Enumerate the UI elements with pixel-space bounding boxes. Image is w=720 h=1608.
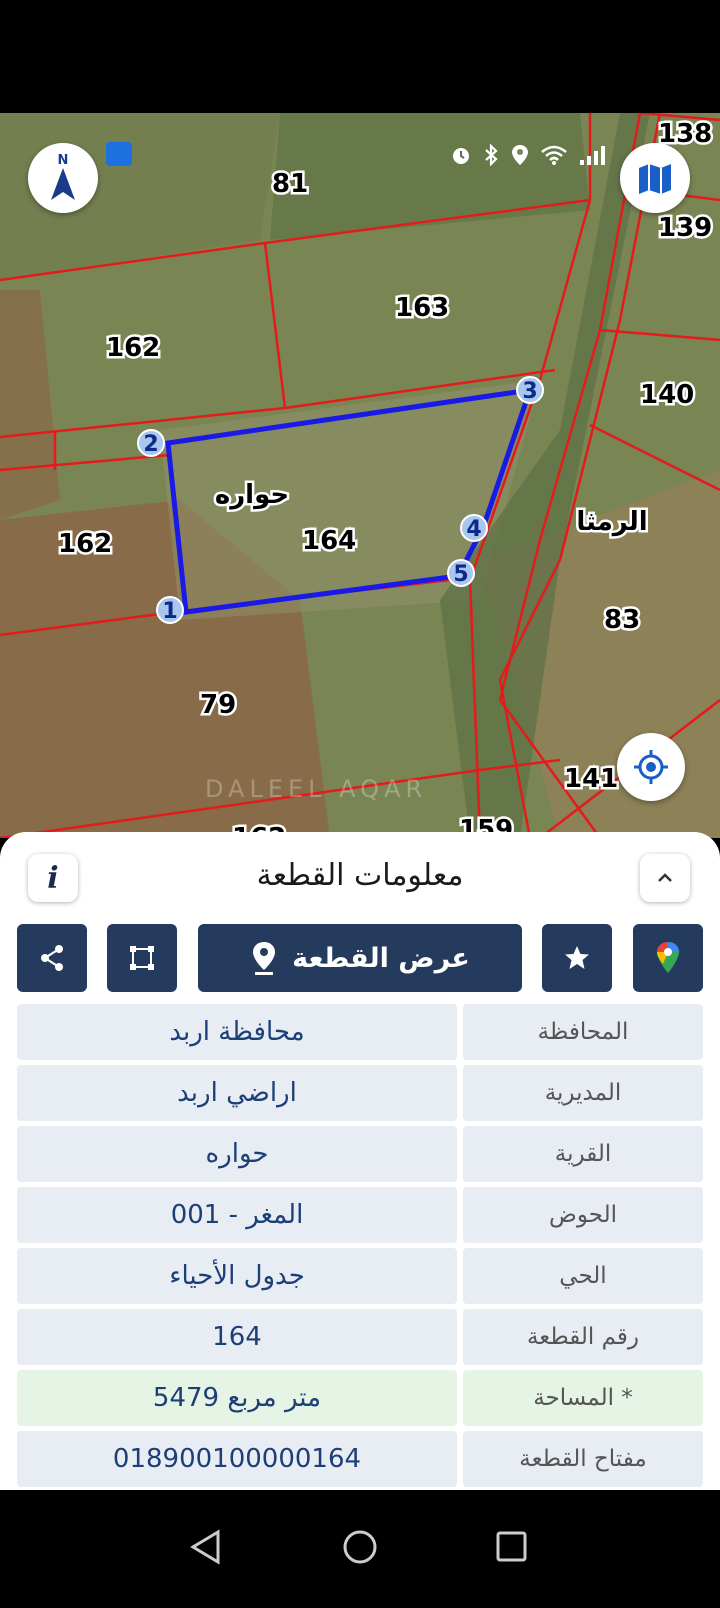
locate-icon xyxy=(634,750,668,784)
parcel-info-sheet: i معلومات القطعة عرض القطعة محافظة اربد … xyxy=(0,832,720,1490)
vertex-2-marker: 2 xyxy=(137,429,165,457)
table-row: 018900100000164 مفتاح القطعة xyxy=(17,1431,703,1487)
compass-icon: N xyxy=(51,153,75,200)
village-value: حواره xyxy=(17,1126,457,1182)
parcel-label-79: 79 xyxy=(200,690,236,720)
parcel-label-162-top: 162 xyxy=(106,333,160,363)
governorate-key: المحافظة xyxy=(463,1004,703,1060)
status-bar-top xyxy=(0,0,720,113)
parcel-label-140: 140 xyxy=(640,380,694,410)
favorite-button[interactable] xyxy=(542,924,612,992)
parcel-number-value: 164 xyxy=(17,1309,457,1365)
chevron-up-icon xyxy=(658,873,672,882)
directorate-key: المديرية xyxy=(463,1065,703,1121)
info-icon: i xyxy=(47,860,59,896)
table-row: اراضي اربد المديرية xyxy=(17,1065,703,1121)
parcel-info-table: محافظة اربد المحافظة اراضي اربد المديرية… xyxy=(17,1004,703,1492)
back-nav-button[interactable] xyxy=(190,1529,220,1565)
parcel-label-139: 139 xyxy=(658,213,712,243)
table-row: حواره القرية xyxy=(17,1126,703,1182)
google-maps-icon xyxy=(657,942,679,973)
table-row: محافظة اربد المحافظة xyxy=(17,1004,703,1060)
parcel-label-141: 141 xyxy=(564,764,618,794)
neighborhood-key: الحي xyxy=(463,1248,703,1304)
area-map-label: الرمثا xyxy=(576,507,647,537)
svg-text:3: 3 xyxy=(522,379,537,404)
parcel-key-key: مفتاح القطعة xyxy=(463,1431,703,1487)
parcel-label-162-bottom: 162 xyxy=(58,529,112,559)
svg-text:5: 5 xyxy=(453,562,468,587)
action-row: عرض القطعة xyxy=(0,924,720,994)
signal-icon xyxy=(580,146,605,165)
home-icon xyxy=(343,1530,377,1564)
back-icon xyxy=(190,1529,220,1565)
recents-icon xyxy=(496,1531,527,1562)
share-icon xyxy=(41,945,63,971)
village-key: القرية xyxy=(463,1126,703,1182)
table-row: جدول الأحياء الحي xyxy=(17,1248,703,1304)
sheet-title: معلومات القطعة xyxy=(256,858,464,893)
vertex-1-marker: 1 xyxy=(156,596,184,624)
draw-polygon-button[interactable] xyxy=(107,924,177,992)
svg-text:2: 2 xyxy=(143,432,158,457)
star-icon xyxy=(565,946,589,969)
village-map-label: حواره xyxy=(215,480,289,510)
parcel-label-81: 81 xyxy=(272,169,308,199)
vertex-5-marker: 5 xyxy=(447,559,475,587)
map-view[interactable]: 1 2 3 4 5 138 81 139 163 162 140 162 164… xyxy=(0,113,720,838)
directorate-value: اراضي اربد xyxy=(17,1065,457,1121)
polygon-icon xyxy=(130,946,154,970)
vertex-3-marker: 3 xyxy=(516,376,544,404)
neighborhood-value: جدول الأحياء xyxy=(17,1248,457,1304)
area-value: 5479 متر مربع xyxy=(17,1370,457,1426)
svg-text:4: 4 xyxy=(466,517,481,542)
mini-tag-icon xyxy=(106,142,132,166)
collapse-sheet-button[interactable] xyxy=(640,854,690,902)
parcel-key-value: 018900100000164 xyxy=(17,1431,457,1487)
layers-button[interactable] xyxy=(620,143,690,213)
share-button[interactable] xyxy=(17,924,87,992)
location-pin-icon xyxy=(253,942,276,975)
bluetooth-icon xyxy=(485,144,498,166)
table-row: المغر - 001 الحوض xyxy=(17,1187,703,1243)
wifi-icon xyxy=(541,145,567,165)
location-status-icon xyxy=(512,145,528,165)
layers-icon xyxy=(639,164,671,194)
table-row: 164 رقم القطعة xyxy=(17,1309,703,1365)
google-maps-button[interactable] xyxy=(633,924,703,992)
locate-me-button[interactable] xyxy=(617,733,685,801)
home-nav-button[interactable] xyxy=(343,1530,377,1564)
governorate-value: محافظة اربد xyxy=(17,1004,457,1060)
basin-value: المغر - 001 xyxy=(17,1187,457,1243)
parcel-label-163: 163 xyxy=(395,293,449,323)
compass-button[interactable]: N xyxy=(28,143,98,213)
area-key: المساحة * xyxy=(463,1370,703,1426)
show-parcel-button[interactable]: عرض القطعة xyxy=(198,924,522,992)
alarm-icon xyxy=(453,148,469,164)
show-parcel-label: عرض القطعة xyxy=(292,942,470,974)
parcel-label-164: 164 xyxy=(302,526,356,556)
system-nav-bar xyxy=(0,1490,720,1604)
table-row: 5479 متر مربع المساحة * xyxy=(17,1370,703,1426)
info-button[interactable]: i xyxy=(28,854,78,902)
vertex-4-marker: 4 xyxy=(460,514,488,542)
svg-text:1: 1 xyxy=(162,599,177,624)
svg-text:N: N xyxy=(58,153,69,168)
parcel-number-key: رقم القطعة xyxy=(463,1309,703,1365)
recents-nav-button[interactable] xyxy=(496,1531,527,1562)
status-icons xyxy=(450,143,608,167)
basin-key: الحوض xyxy=(463,1187,703,1243)
parcel-label-83: 83 xyxy=(604,605,640,635)
watermark: DALEEL AQAR xyxy=(205,775,428,803)
